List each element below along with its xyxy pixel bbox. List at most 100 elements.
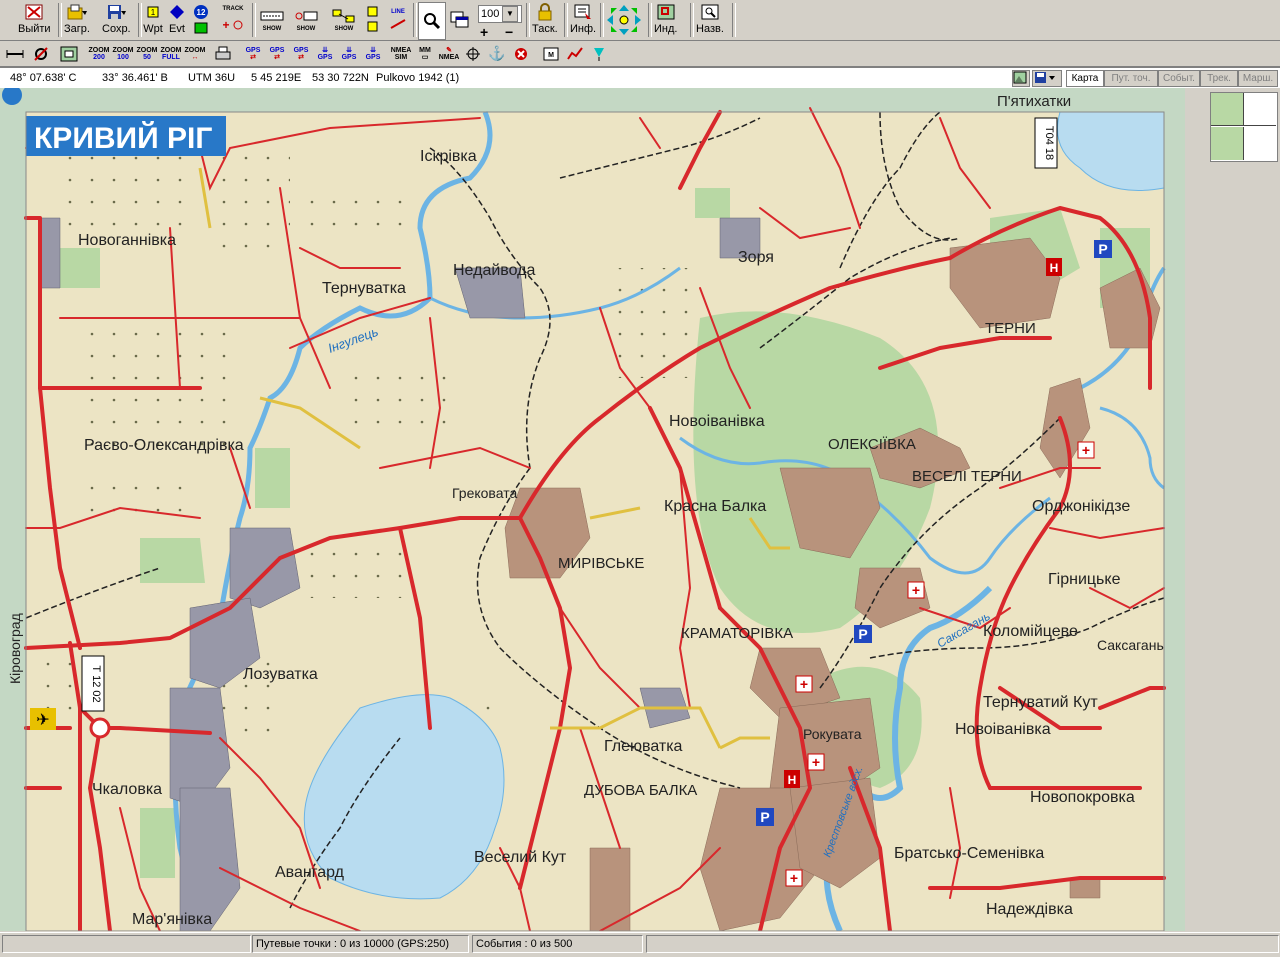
map-canvas[interactable]: Т04 18 Т 12 02 P P P + + + + + H H ✈ КРИ… <box>0 88 1185 931</box>
svg-text:+: + <box>222 18 229 32</box>
gps-3-button[interactable]: GPS ⇄ <box>290 43 312 64</box>
overview-map[interactable] <box>1210 92 1278 162</box>
utm-zone: UTM 36U <box>188 72 236 84</box>
label-chkalovka: Чкаловка <box>92 781 162 798</box>
zoom-200-button[interactable]: ZOOM 200 <box>88 43 110 64</box>
gps-arrow-icon: ⇄ <box>274 53 280 61</box>
gps-2-button[interactable]: GPS ⇄ <box>266 43 288 64</box>
status-empty <box>2 935 251 953</box>
pan-control[interactable] <box>604 2 644 38</box>
line-button[interactable]: LINE <box>388 2 408 38</box>
svg-text:+: + <box>812 754 820 770</box>
line-chart-icon <box>567 46 583 60</box>
tab-events[interactable]: Событ. <box>1158 70 1200 87</box>
zoom-out-icon[interactable]: − <box>505 24 513 40</box>
label-hrekovata: Грековата <box>452 485 517 501</box>
anchor-icon: ⚓ <box>488 45 506 61</box>
elevation-button[interactable]: M <box>540 43 562 64</box>
svg-text:+: + <box>790 870 798 886</box>
svg-text:Т 12 02: Т 12 02 <box>90 665 102 702</box>
show-route-button[interactable]: SHOW <box>330 2 358 38</box>
label-veseli-terny: ВЕСЕЛІ ТЕРНИ <box>912 468 1022 485</box>
load-button[interactable]: Загр. <box>64 2 90 38</box>
tab-routes[interactable]: Марш. <box>1238 70 1278 87</box>
zoom-full-button[interactable]: ZOOM FULL <box>160 43 182 64</box>
map-title: КРИВИЙ РІГ <box>34 121 212 155</box>
track-line-icon <box>260 11 284 20</box>
gps-5-button[interactable]: ⇊ GPS <box>338 43 360 64</box>
tab-waypoints[interactable]: Пут. точ. <box>1104 70 1158 87</box>
zoom-50-button[interactable]: ZOOM 50 <box>136 43 158 64</box>
moving-map-button[interactable]: MM ▭ <box>414 43 436 64</box>
label-raevo: Раєво-Олександрівка <box>84 437 244 454</box>
exit-button[interactable]: Выйти <box>18 2 51 38</box>
waypoint-count-badge: 12 <box>197 8 206 17</box>
waypoint-button[interactable]: 1 Wpt <box>142 2 164 38</box>
route-line-button[interactable] <box>364 2 386 38</box>
tab-tracks[interactable]: Трек. <box>1200 70 1238 87</box>
picture-icon <box>1013 71 1027 84</box>
topo-map[interactable]: Т04 18 Т 12 02 P P P + + + + + H H ✈ КРИ… <box>0 88 1185 931</box>
save-map-button[interactable] <box>1032 70 1062 87</box>
save-button[interactable]: Сохр. <box>102 2 131 38</box>
nmea-sim-button[interactable]: NMEA SIM <box>390 43 412 64</box>
label-novopokrovka: Новопокровка <box>1030 789 1135 806</box>
zoom-custom-button[interactable]: ZOOM ↔ <box>184 43 206 64</box>
label-myrivske: МИРІВСЬКЕ <box>558 555 644 572</box>
event-button[interactable]: Evt <box>166 2 188 38</box>
label-saksahan: Саксагань <box>1097 637 1164 653</box>
measure-button[interactable] <box>4 43 26 64</box>
overview-tile[interactable] <box>1211 93 1244 126</box>
print-button[interactable] <box>212 43 234 64</box>
parking-icon: P <box>1094 240 1112 258</box>
hospital-icon: + <box>807 753 825 771</box>
road-shield-t0418: Т04 18 <box>1034 117 1058 169</box>
windows-icon <box>450 11 469 28</box>
index-button[interactable]: Инд. <box>654 2 677 38</box>
ruler-icon <box>6 49 24 58</box>
easting: 5 45 219E <box>251 72 302 84</box>
anchor-button[interactable]: ⚓ <box>486 43 508 64</box>
alarm-button[interactable] <box>510 43 532 64</box>
signal-button[interactable] <box>588 43 610 64</box>
info-button[interactable]: Инф. <box>570 2 596 38</box>
svg-text:P: P <box>760 809 769 825</box>
label-avanhard: Авангард <box>275 864 345 881</box>
window-button[interactable] <box>448 2 470 38</box>
waypoint-show-icon <box>295 11 318 20</box>
show-track-button[interactable]: SHOW <box>258 2 286 38</box>
svg-text:+: + <box>1082 442 1090 458</box>
track-button[interactable]: TRACK + <box>218 2 248 38</box>
main-toolbar: Выйти Загр. Сохр. 1 Wpt Evt 12 TRACK + S… <box>0 0 1280 41</box>
settings-button[interactable] <box>30 43 52 64</box>
names-button[interactable]: Назв. <box>696 2 724 38</box>
latitude: 48° 07.638' С <box>10 72 77 84</box>
save-dropdown-icon <box>1035 72 1055 83</box>
gps-4-button[interactable]: ⇊ GPS <box>314 43 336 64</box>
zoom-tool-button[interactable] <box>418 2 446 40</box>
airport-icon: ✈ <box>30 708 56 730</box>
gps-6-button[interactable]: ⇊ GPS <box>362 43 384 64</box>
task-button[interactable]: Таск. <box>532 2 558 38</box>
waypoint-list-button[interactable]: 12 <box>190 2 212 38</box>
chart-button[interactable] <box>564 43 586 64</box>
hospital-icon: + <box>1077 441 1095 459</box>
zoom-dropdown-arrow-icon[interactable]: ▼ <box>502 6 518 22</box>
tab-map[interactable]: Карта <box>1066 70 1104 87</box>
label-piatykhatky: П'ятихатки <box>997 93 1071 110</box>
svg-text:Т04 18: Т04 18 <box>1043 126 1055 160</box>
elevation-icon: M <box>543 47 559 60</box>
label-oleksiivka: ОЛЕКСІЇВКА <box>828 436 916 453</box>
exit-icon <box>23 2 45 22</box>
target-button[interactable] <box>462 43 484 64</box>
zoom-in-icon[interactable]: + <box>480 24 488 40</box>
route-icon <box>332 9 355 22</box>
overview-tile[interactable] <box>1211 127 1244 160</box>
alarm-icon <box>515 47 527 60</box>
map-image-button[interactable] <box>1012 70 1030 87</box>
gps-1-button[interactable]: GPS ⇄ <box>242 43 264 64</box>
nmea-button[interactable]: ✎ NMEA <box>438 43 460 64</box>
map-overview-button[interactable] <box>58 43 80 64</box>
zoom-100-button[interactable]: ZOOM 100 <box>112 43 134 64</box>
show-waypoints-button[interactable]: SHOW <box>292 2 320 38</box>
